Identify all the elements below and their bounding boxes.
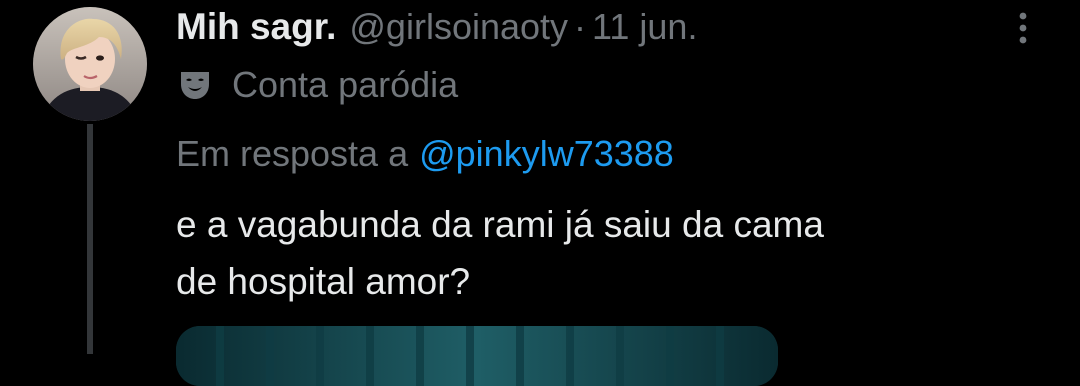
tweet-header: Mih sagr. @girlsoinaoty · 11 jun. [176, 2, 697, 52]
avatar[interactable] [33, 7, 147, 121]
more-options-button[interactable] [1008, 8, 1038, 48]
tweet-text-line: e a vagabunda da rami já saiu da cama [176, 204, 824, 245]
tweet-date[interactable]: 11 jun. [592, 6, 697, 48]
theater-mask-icon [181, 72, 209, 99]
reply-context: Em resposta a @pinkylw73388 [176, 130, 674, 178]
parody-label: Conta paródia [178, 62, 458, 108]
author-display-name[interactable]: Mih sagr. [176, 6, 336, 48]
more-vertical-icon [1019, 12, 1027, 44]
reply-prefix: Em resposta a [176, 133, 409, 174]
author-handle[interactable]: @girlsoinaoty [349, 6, 568, 48]
tweet-text: e a vagabunda da rami já saiu da cama de… [176, 196, 1036, 310]
tweet-text-line: de hospital amor? [176, 261, 471, 302]
header-separator: · [574, 6, 587, 47]
reply-mention-link[interactable]: @pinkylw73388 [419, 133, 674, 175]
media-attachment[interactable] [176, 326, 778, 386]
thread-line [87, 124, 93, 354]
parody-label-text: Conta paródia [232, 64, 459, 105]
tweet[interactable]: Mih sagr. @girlsoinaoty · 11 jun. Conta … [0, 0, 1080, 386]
